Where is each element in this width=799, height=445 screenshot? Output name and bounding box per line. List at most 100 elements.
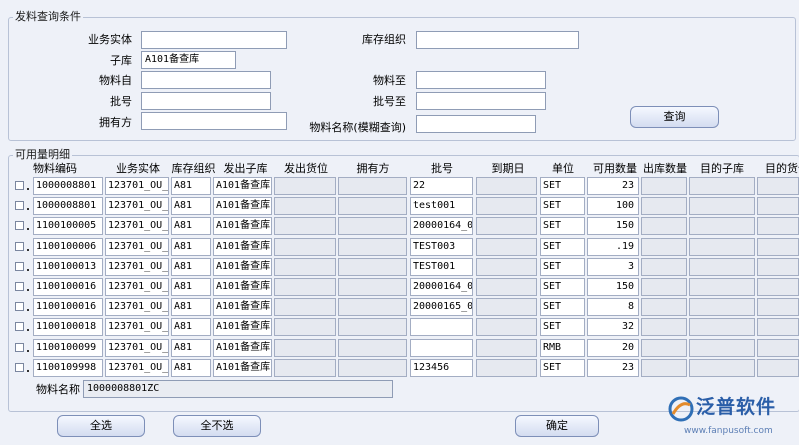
cell-entity[interactable]: 123701_OU_t (105, 358, 169, 377)
cell-unit[interactable]: SET (540, 257, 585, 276)
row-checkbox[interactable] (15, 261, 24, 271)
cell-empty[interactable] (338, 358, 407, 377)
cell-entity[interactable]: 123701_OU_t (105, 197, 169, 216)
cell-entity[interactable]: 123701_OU_t (105, 217, 169, 236)
cell-entity[interactable]: 123701_OU_t (105, 177, 169, 195)
cell-empty[interactable] (757, 177, 799, 195)
subinv-input[interactable]: A101备查库 (141, 51, 236, 69)
row-checkbox[interactable] (15, 181, 24, 190)
cell-empty[interactable] (689, 217, 755, 236)
cell-lot[interactable] (410, 318, 473, 337)
cell-qty[interactable]: 100 (587, 197, 639, 216)
search-button[interactable]: 查询 (630, 106, 719, 128)
cell-empty[interactable] (476, 298, 537, 317)
cell-empty[interactable] (274, 257, 336, 276)
cell-qty[interactable]: .19 (587, 237, 639, 256)
cell-org[interactable]: A81 (171, 298, 211, 317)
cell-entity[interactable]: 123701_OU_t (105, 318, 169, 337)
cell-qty[interactable]: 23 (587, 358, 639, 377)
cell-empty[interactable] (689, 318, 755, 337)
cell-empty[interactable] (689, 358, 755, 377)
row-checkbox[interactable] (15, 201, 24, 211)
row-checkbox[interactable] (15, 322, 24, 332)
cell-empty[interactable] (757, 278, 799, 296)
cell-code[interactable]: 1100109998 (33, 358, 103, 377)
cell-code[interactable]: 1100100099 (33, 338, 103, 357)
cell-entity[interactable]: 123701_OU_t (105, 278, 169, 296)
cell-empty[interactable] (338, 197, 407, 216)
cell-empty[interactable] (689, 197, 755, 216)
entity-input[interactable] (141, 31, 287, 49)
cell-empty[interactable] (338, 298, 407, 317)
cell-empty[interactable] (476, 197, 537, 216)
cell-unit[interactable]: SET (540, 278, 585, 296)
cell-empty[interactable] (476, 358, 537, 377)
cell-org[interactable]: A81 (171, 237, 211, 256)
cell-unit[interactable]: SET (540, 358, 585, 377)
cell-empty[interactable] (476, 318, 537, 337)
cell-org[interactable]: A81 (171, 197, 211, 216)
cell-entity[interactable]: 123701_OU_t (105, 338, 169, 357)
cell-empty[interactable] (757, 237, 799, 256)
cell-org[interactable]: A81 (171, 338, 211, 357)
cell-subinv[interactable]: A101备查库 (213, 338, 272, 357)
cell-empty[interactable] (641, 358, 687, 377)
cell-empty[interactable] (641, 278, 687, 296)
row-checkbox[interactable] (15, 221, 24, 231)
cell-empty[interactable] (476, 177, 537, 195)
cell-empty[interactable] (274, 318, 336, 337)
cell-empty[interactable] (641, 237, 687, 256)
inv-org-input[interactable] (416, 31, 579, 49)
cell-empty[interactable] (641, 257, 687, 276)
cell-lot[interactable]: 22 (410, 177, 473, 195)
cell-empty[interactable] (641, 318, 687, 337)
select-none-button[interactable]: 全不选 (173, 415, 261, 437)
cell-code[interactable]: 1100100016 (33, 298, 103, 317)
cell-empty[interactable] (338, 318, 407, 337)
cell-empty[interactable] (274, 358, 336, 377)
cell-org[interactable]: A81 (171, 257, 211, 276)
cell-org[interactable]: A81 (171, 318, 211, 337)
cell-code[interactable]: 1100100005 (33, 217, 103, 236)
cell-empty[interactable] (274, 298, 336, 317)
cell-subinv[interactable]: A101备查库 (213, 278, 272, 296)
cell-subinv[interactable]: A101备查库 (213, 358, 272, 377)
cell-subinv[interactable]: A101备查库 (213, 298, 272, 317)
cell-org[interactable]: A81 (171, 217, 211, 236)
cell-empty[interactable] (641, 197, 687, 216)
cell-qty[interactable]: 32 (587, 318, 639, 337)
cell-qty[interactable]: 23 (587, 177, 639, 195)
cell-empty[interactable] (338, 237, 407, 256)
cell-subinv[interactable]: A101备查库 (213, 237, 272, 256)
cell-empty[interactable] (476, 338, 537, 357)
cell-empty[interactable] (757, 197, 799, 216)
cell-code[interactable]: 1100100006 (33, 237, 103, 256)
cell-empty[interactable] (338, 257, 407, 276)
cell-empty[interactable] (476, 278, 537, 296)
item-from-input[interactable] (141, 71, 271, 89)
cell-entity[interactable]: 123701_OU_t (105, 237, 169, 256)
cell-subinv[interactable]: A101备查库 (213, 177, 272, 195)
row-checkbox[interactable] (15, 362, 24, 372)
cell-unit[interactable]: SET (540, 197, 585, 216)
cell-lot[interactable]: TEST003 (410, 237, 473, 256)
cell-empty[interactable] (274, 237, 336, 256)
cell-empty[interactable] (274, 197, 336, 216)
cell-empty[interactable] (757, 338, 799, 357)
cell-qty[interactable]: 20 (587, 338, 639, 357)
cell-subinv[interactable]: A101备查库 (213, 318, 272, 337)
cell-lot[interactable]: test001 (410, 197, 473, 216)
cell-code[interactable]: 1000008801 (33, 197, 103, 216)
select-all-button[interactable]: 全选 (57, 415, 145, 437)
cell-unit[interactable]: SET (540, 318, 585, 337)
cell-org[interactable]: A81 (171, 278, 211, 296)
cell-unit[interactable]: SET (540, 177, 585, 195)
cell-code[interactable]: 1100100013 (33, 257, 103, 276)
confirm-button[interactable]: 确定 (515, 415, 599, 437)
cell-lot[interactable]: TEST001 (410, 257, 473, 276)
cell-empty[interactable] (476, 257, 537, 276)
cell-empty[interactable] (757, 358, 799, 377)
cell-empty[interactable] (689, 257, 755, 276)
cell-empty[interactable] (338, 217, 407, 236)
cell-empty[interactable] (641, 298, 687, 317)
